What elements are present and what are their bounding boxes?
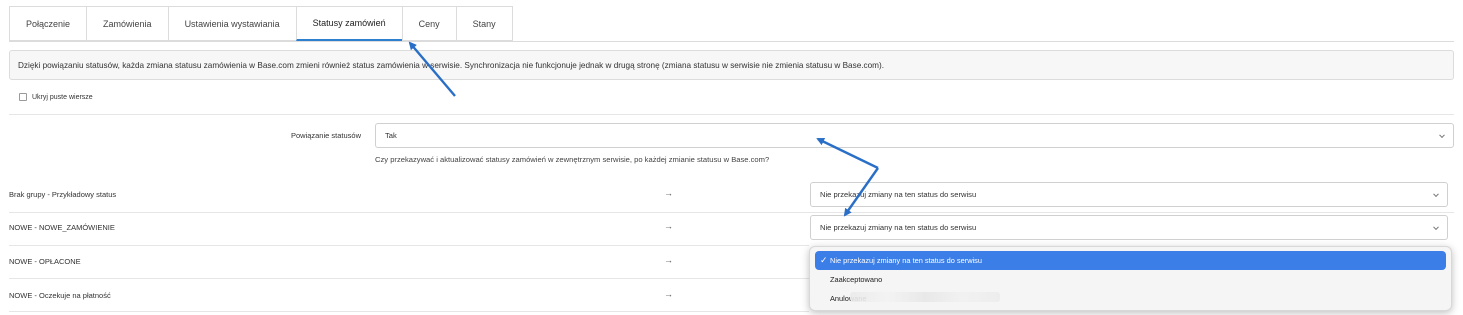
info-banner: Dzięki powiązaniu statusów, każda zmiana… — [9, 50, 1454, 80]
status-row-label: NOWE - NOWE_ZAMÓWIENIE — [9, 223, 115, 232]
tab-underline — [9, 41, 1454, 42]
row-divider — [9, 278, 809, 279]
status-row-label: NOWE - Oczekuje na płatność — [9, 291, 111, 300]
status-mapping-value: Nie przekazuj zmiany na ten status do se… — [820, 190, 977, 199]
tab-orders[interactable]: Zamówienia — [86, 6, 168, 41]
arrow-right-icon: → — [664, 289, 673, 299]
checkmark-icon: ✓ — [820, 255, 828, 265]
hide-empty-label: Ukryj puste wiersze — [32, 93, 93, 101]
status-binding-label: Powiązanie statusów — [290, 131, 361, 140]
status-mapping-value: Nie przekazuj zmiany na ten status do se… — [820, 223, 977, 232]
arrow-right-icon: → — [664, 255, 673, 265]
divider — [9, 114, 1454, 115]
option-label: Nie przekazuj zmiany na ten status do se… — [830, 256, 982, 265]
hide-empty-rows[interactable]: Ukryj puste wiersze — [19, 93, 93, 101]
row-divider — [9, 245, 809, 246]
chevron-down-icon — [1433, 223, 1439, 230]
dropdown-option[interactable]: ✓ Nie przekazuj zmiany na ten status do … — [815, 251, 1446, 270]
row-divider — [9, 212, 1454, 213]
dropdown-option[interactable]: Zaakceptowano — [815, 270, 1446, 289]
status-binding-help: Czy przekazywać i aktualizować statusy z… — [375, 155, 770, 164]
hide-empty-checkbox[interactable] — [19, 93, 27, 101]
tab-order-statuses[interactable]: Statusy zamówień — [295, 6, 402, 41]
status-mapping-select[interactable]: Nie przekazuj zmiany na ten status do se… — [810, 182, 1448, 207]
status-row-label: NOWE - OPŁACONE — [9, 257, 81, 266]
tab-connection[interactable]: Połączenie — [9, 6, 87, 41]
tab-listing-settings[interactable]: Ustawienia wystawiania — [167, 6, 296, 41]
chevron-down-icon — [1439, 131, 1445, 138]
status-row-label: Brak grupy - Przykładowy status — [9, 190, 117, 199]
arrow-right-icon: → — [664, 221, 673, 231]
arrow-right-icon: → — [664, 188, 673, 198]
status-mapping-select[interactable]: Nie przekazuj zmiany na ten status do se… — [810, 215, 1448, 240]
status-binding-select[interactable]: Tak — [375, 123, 1454, 148]
tab-bar: Połączenie Zamówienia Ustawienia wystawi… — [9, 6, 513, 42]
chevron-down-icon — [1433, 190, 1439, 197]
option-label: Zaakceptowano — [830, 275, 883, 284]
tab-stock[interactable]: Stany — [455, 6, 513, 41]
row-divider — [9, 311, 809, 312]
blurred-text — [850, 292, 1000, 302]
tab-prices[interactable]: Ceny — [401, 6, 456, 41]
order-status-settings: Połączenie Zamówienia Ustawienia wystawi… — [0, 0, 1463, 315]
info-text: Dzięki powiązaniu statusów, każda zmiana… — [18, 60, 884, 70]
status-binding-value: Tak — [385, 131, 397, 140]
